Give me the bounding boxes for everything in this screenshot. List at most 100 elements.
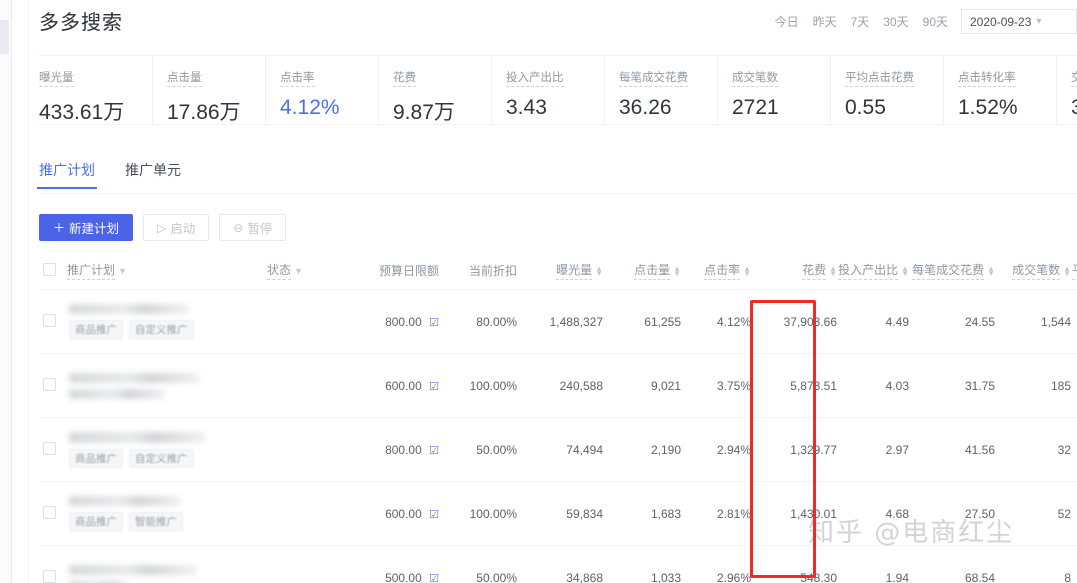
metric-label: 花费 — [393, 69, 416, 87]
metric-value: 36.26 — [619, 96, 717, 120]
page-content: 多多搜索 今日 昨天 7天 30天 90天 2020-09-23 ▾ 曝光量 4… — [29, 0, 1077, 583]
app-root: 多多搜索 今日 昨天 7天 30天 90天 2020-09-23 ▾ 曝光量 4… — [0, 0, 1077, 583]
range-option-30days[interactable]: 30天 — [876, 11, 915, 33]
budget-value: 500.00 — [385, 571, 422, 583]
tab-promotion-unit[interactable]: 推广单元 — [125, 160, 181, 189]
metric-label: 交 — [1071, 69, 1077, 87]
column-header-cost[interactable]: 花费 ▲▼ — [751, 261, 837, 280]
cost-cell: 37,903.66 — [751, 315, 837, 329]
plan-name-cell — [67, 565, 267, 583]
sort-icon[interactable]: ▲▼ — [987, 266, 995, 276]
column-header-cpc[interactable]: 平均点击花费 ▲▼ — [1071, 261, 1077, 280]
discount-cell: 100.00% — [439, 379, 517, 393]
select-all-checkbox[interactable] — [43, 263, 56, 276]
tab-bar: 推广计划 推广单元 — [39, 160, 181, 194]
row-checkbox[interactable] — [43, 506, 56, 519]
column-label: 花费 — [802, 261, 826, 280]
cost-per-order-cell: 41.56 — [909, 443, 995, 457]
table-row[interactable]: 商品推广 自定义推广 800.00 ☑ 50.00% 74,494 — [39, 418, 1077, 482]
sort-icon[interactable]: ▲▼ — [829, 266, 837, 276]
edit-icon[interactable]: ☑ — [429, 445, 439, 457]
row-select-cell — [39, 570, 67, 583]
table-row[interactable]: 500.00 ☑ 50.00% 34,868 1,033 2.96% 548.3… — [39, 546, 1077, 583]
edit-icon[interactable]: ☑ — [429, 573, 439, 583]
sort-icon[interactable]: ▲▼ — [743, 266, 751, 276]
clicks-cell: 1,683 — [603, 507, 681, 521]
column-label: 点击率 — [704, 261, 740, 280]
column-header-status[interactable]: 状态 ▼ — [267, 261, 359, 280]
column-header-roi[interactable]: 投入产出比 ▲▼ — [837, 261, 909, 280]
range-option-90days[interactable]: 90天 — [916, 11, 955, 33]
clicks-cell: 2,190 — [603, 443, 681, 457]
ctr-cell: 4.12% — [681, 315, 751, 329]
row-checkbox[interactable] — [43, 570, 56, 583]
column-label: 点击量 — [634, 261, 670, 280]
column-header-orders[interactable]: 成交笔数 ▲▼ — [995, 261, 1071, 280]
redacted-plan-name — [69, 565, 197, 575]
metric-value: 9.87万 — [393, 96, 491, 125]
date-picker-value: 2020-09-23 — [970, 15, 1031, 29]
table-row[interactable]: 商品推广 自定义推广 800.00 ☑ 80.00% 1,488,327 — [39, 290, 1077, 354]
new-plan-button[interactable]: ＋ 新建计划 — [39, 214, 133, 241]
column-header-cost-per-order[interactable]: 每笔成交花费 ▲▼ — [909, 261, 995, 280]
new-plan-label: 新建计划 — [69, 218, 119, 237]
edit-icon[interactable]: ☑ — [429, 509, 439, 521]
sort-icon[interactable]: ▲▼ — [673, 266, 681, 276]
plan-tag: 商品推广 — [69, 512, 123, 531]
plan-tag: 自定义推广 — [129, 449, 194, 468]
row-checkbox[interactable] — [43, 314, 56, 327]
date-picker[interactable]: 2020-09-23 ▾ — [961, 9, 1077, 34]
table-row[interactable]: 600.00 ☑ 100.00% 240,588 9,021 3.75% 5,8… — [39, 354, 1077, 418]
play-icon: ▷ — [157, 222, 166, 234]
column-label: 预算日限额 — [379, 262, 439, 279]
column-header-clicks[interactable]: 点击量 ▲▼ — [603, 261, 681, 280]
start-button[interactable]: ▷ 启动 — [143, 214, 209, 241]
budget-cell: 600.00 ☑ — [359, 507, 439, 521]
plan-tag: 智能推广 — [129, 512, 183, 531]
ctr-cell: 2.81% — [681, 507, 751, 521]
plus-icon: ＋ — [53, 222, 65, 234]
cost-cell: 1,430.01 — [751, 507, 837, 521]
column-label: 成交笔数 — [1012, 261, 1060, 280]
filter-icon[interactable]: ▼ — [118, 266, 127, 276]
pause-button[interactable]: ⊖ 暂停 — [219, 214, 286, 241]
roi-cell: 4.49 — [837, 315, 909, 329]
column-header-budget[interactable]: 预算日限额 — [359, 262, 439, 279]
metric-card-partial: 交 3 — [1056, 56, 1077, 124]
metric-card-ctr: 点击率 4.12% — [265, 56, 378, 124]
column-header-impressions[interactable]: 曝光量 ▲▼ — [517, 261, 603, 280]
filter-icon[interactable]: ▼ — [294, 266, 303, 276]
edit-icon[interactable]: ☑ — [429, 381, 439, 393]
edit-icon[interactable]: ☑ — [429, 317, 439, 329]
column-header-ctr[interactable]: 点击率 ▲▼ — [681, 261, 751, 280]
clicks-cell: 9,021 — [603, 379, 681, 393]
redacted-plan-tags — [69, 389, 165, 399]
range-option-yesterday[interactable]: 昨天 — [806, 11, 844, 33]
nav-rail-indicator[interactable] — [0, 20, 9, 54]
metric-card-click-conversion: 点击转化率 1.52% — [943, 56, 1056, 124]
orders-cell: 52 — [995, 507, 1071, 521]
cpc-cell: 0.85 — [1071, 507, 1077, 521]
table-row[interactable]: 商品推广 智能推广 600.00 ☑ 100.00% 59,834 — [39, 482, 1077, 546]
column-header-plan[interactable]: 推广计划 ▼ — [67, 261, 267, 280]
range-option-7days[interactable]: 7天 — [844, 11, 877, 33]
row-select-cell — [39, 314, 67, 330]
column-label: 状态 — [267, 261, 291, 280]
row-checkbox[interactable] — [43, 378, 56, 391]
date-range-bar: 今日 昨天 7天 30天 90天 2020-09-23 ▾ — [768, 9, 1077, 34]
row-checkbox[interactable] — [43, 442, 56, 455]
discount-cell: 50.00% — [439, 571, 517, 583]
tab-promotion-plan[interactable]: 推广计划 — [39, 160, 95, 189]
budget-value: 800.00 — [385, 315, 422, 329]
budget-value: 600.00 — [385, 507, 422, 521]
sort-icon[interactable]: ▲▼ — [595, 266, 603, 276]
pause-label: 暂停 — [247, 218, 272, 237]
column-label: 当前折扣 — [469, 262, 517, 279]
sort-icon[interactable]: ▲▼ — [1063, 266, 1071, 276]
roi-cell: 1.94 — [837, 571, 909, 583]
sort-icon[interactable]: ▲▼ — [901, 266, 909, 276]
redacted-plan-name — [69, 304, 189, 314]
range-option-today[interactable]: 今日 — [768, 11, 806, 33]
column-header-discount[interactable]: 当前折扣 — [439, 262, 517, 279]
page-title: 多多搜索 — [39, 6, 123, 35]
